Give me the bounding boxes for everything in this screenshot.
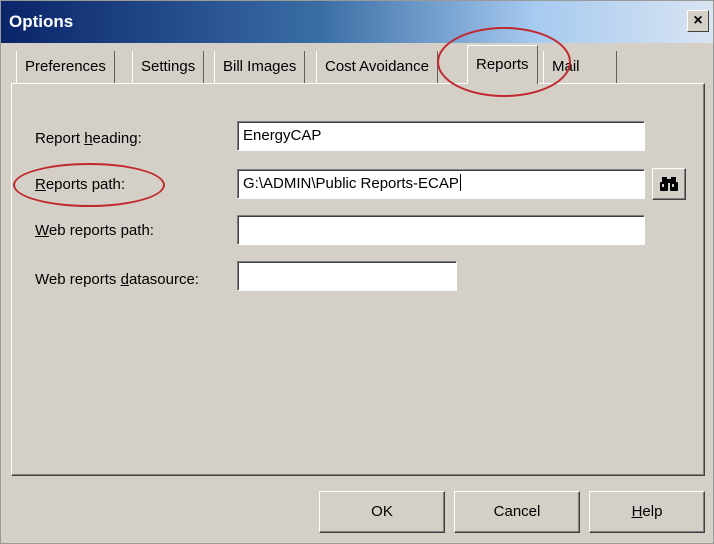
tab-label: Bill Images [223,58,297,75]
ok-button[interactable]: OK [319,491,445,533]
web-reports-datasource-label: Web reports datasource: [35,271,199,288]
tab-reports[interactable]: Reports [467,45,538,84]
tab-settings[interactable]: Settings [132,51,205,83]
binoculars-icon [660,177,678,191]
window-title: Options [9,12,74,31]
tab-label: Settings [141,58,196,75]
reports-path-value: G:\ADMIN\Public Reports-ECAP [243,175,459,192]
web-reports-path-field[interactable] [237,215,645,245]
tab-label: Reports [476,56,529,73]
cancel-button-label: Cancel [493,503,541,520]
help-button-label: Help [631,503,663,520]
tab-label: Cost Avoidance [325,58,429,75]
ok-button-label: OK [371,503,393,520]
report-heading-value: EnergyCAP [243,127,322,144]
tab-label: Preferences [25,58,106,75]
close-icon: × [693,12,703,29]
text-caret [459,174,461,191]
reports-path-label: Reports path: [35,176,126,193]
reports-path-field[interactable]: G:\ADMIN\Public Reports-ECAP [237,169,645,199]
report-heading-label: Report heading: [35,130,142,147]
title-bar: Options × [1,1,713,43]
web-reports-path-label: Web reports path: [35,222,154,239]
options-dialog: Options × Preferences Settings Bill Imag… [0,0,714,544]
help-button[interactable]: Help [589,491,705,533]
tab-preferences[interactable]: Preferences [16,51,115,83]
tab-label: Mail [552,58,580,75]
browse-reports-path-button[interactable] [652,168,686,200]
close-button[interactable]: × [687,10,709,32]
tab-mail[interactable]: Mail [543,51,617,83]
tab-bill-images[interactable]: Bill Images [214,51,306,83]
cancel-button[interactable]: Cancel [454,491,580,533]
tab-cost-avoidance[interactable]: Cost Avoidance [316,51,438,83]
web-reports-datasource-field[interactable] [237,261,457,291]
report-heading-field[interactable]: EnergyCAP [237,121,645,151]
